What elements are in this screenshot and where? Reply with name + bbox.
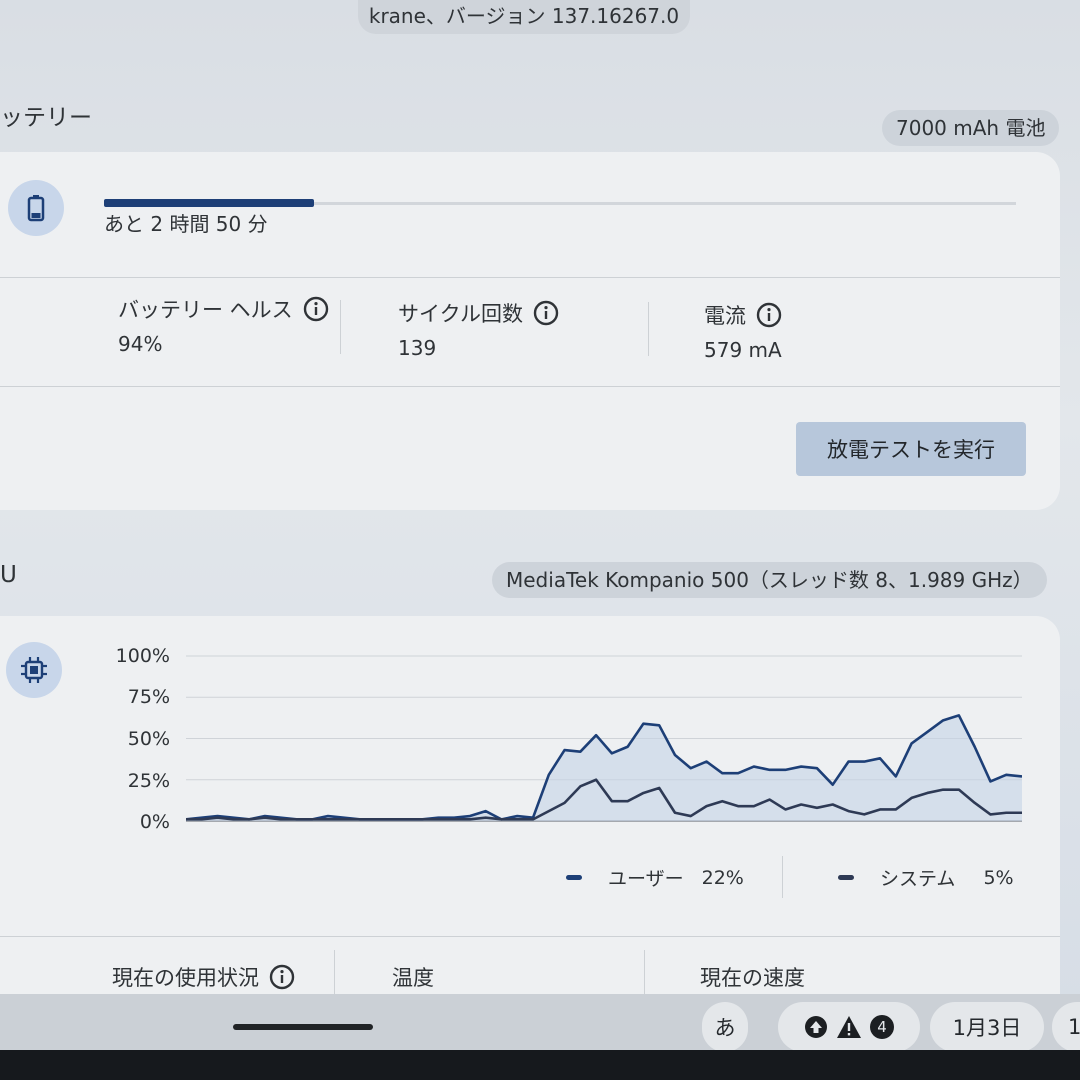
cycle-count-value: 139 xyxy=(398,336,437,360)
legend-system-swatch xyxy=(838,875,854,880)
battery-capacity-pill: 7000 mAh 電池 xyxy=(882,110,1060,146)
notification-count-badge: 4 xyxy=(870,1015,894,1039)
cpu-divider xyxy=(0,936,1060,937)
battery-divider-top xyxy=(0,277,1060,278)
ime-button[interactable]: あ xyxy=(702,1002,748,1052)
current-usage-label: 現在の使用状況 xyxy=(112,962,295,992)
date-button[interactable]: 1月3日 xyxy=(930,1002,1044,1052)
current-value: 579 mA xyxy=(704,338,782,362)
battery-charge-fill xyxy=(104,199,314,207)
battery-divider-bottom xyxy=(0,386,1060,387)
battery-health-value: 94% xyxy=(118,332,163,356)
current-label-text: 電流 xyxy=(704,304,746,328)
info-icon[interactable] xyxy=(533,300,559,326)
legend-system: システム 5% xyxy=(838,864,1014,891)
cpu-usage-chart xyxy=(186,655,1022,822)
metric-separator xyxy=(334,950,335,994)
version-pill: krane、バージョン 137.16267.0 xyxy=(358,0,690,34)
upload-icon xyxy=(805,1016,827,1038)
legend-user-label: ユーザー xyxy=(608,868,684,890)
battery-health-label-text: バッテリー ヘルス xyxy=(118,298,293,322)
battery-icon-circle xyxy=(8,180,64,236)
cpu-chip-icon xyxy=(21,657,47,683)
warning-icon xyxy=(837,1016,861,1038)
y-tick-label: 0% xyxy=(139,811,170,833)
current-usage-label-text: 現在の使用状況 xyxy=(112,966,259,990)
battery-section-title: ッテリー xyxy=(0,105,92,131)
cycle-count-label: サイクル回数 xyxy=(398,298,559,328)
info-icon[interactable] xyxy=(303,296,329,322)
battery-remaining-time: あと 2 時間 50 分 xyxy=(104,212,268,236)
cpu-section-title: U xyxy=(0,562,17,588)
diagnostics-app: krane、バージョン 137.16267.0 ッテリー 7000 mAh 電池… xyxy=(0,0,1080,1050)
legend-separator xyxy=(782,856,783,898)
temperature-label: 温度 xyxy=(392,966,434,990)
current-speed-label: 現在の速度 xyxy=(700,966,805,990)
battery-health-label: バッテリー ヘルス xyxy=(118,294,329,324)
battery-charge-bar xyxy=(104,199,1016,207)
y-tick-label: 50% xyxy=(127,728,170,750)
user-series-area xyxy=(186,715,1022,821)
cpu-icon-circle xyxy=(6,642,62,698)
metric-separator xyxy=(648,302,649,356)
status-tray[interactable]: 4 xyxy=(778,1002,920,1052)
cycle-count-label-text: サイクル回数 xyxy=(398,302,523,326)
legend-system-value: 5% xyxy=(983,866,1014,889)
legend-system-label: システム xyxy=(880,868,956,890)
legend-user-value: 22% xyxy=(701,866,744,889)
run-discharge-test-button[interactable]: 放電テストを実行 xyxy=(796,422,1026,476)
legend-user-swatch xyxy=(566,875,582,880)
screen-bezel xyxy=(0,1050,1080,1080)
metric-separator xyxy=(340,300,341,354)
metric-separator xyxy=(644,950,645,994)
y-tick-label: 25% xyxy=(127,770,170,792)
current-label: 電流 xyxy=(704,300,782,330)
info-icon[interactable] xyxy=(269,964,295,990)
home-bar[interactable] xyxy=(233,1024,373,1030)
legend-user: ユーザー 22% xyxy=(566,864,744,891)
y-tick-label: 100% xyxy=(115,645,170,667)
info-icon[interactable] xyxy=(756,302,782,328)
y-tick-label: 75% xyxy=(127,686,170,708)
cpu-processor-pill: MediaTek Kompanio 500（スレッド数 8、1.989 GHz） xyxy=(492,562,1047,598)
battery-icon xyxy=(27,195,45,222)
